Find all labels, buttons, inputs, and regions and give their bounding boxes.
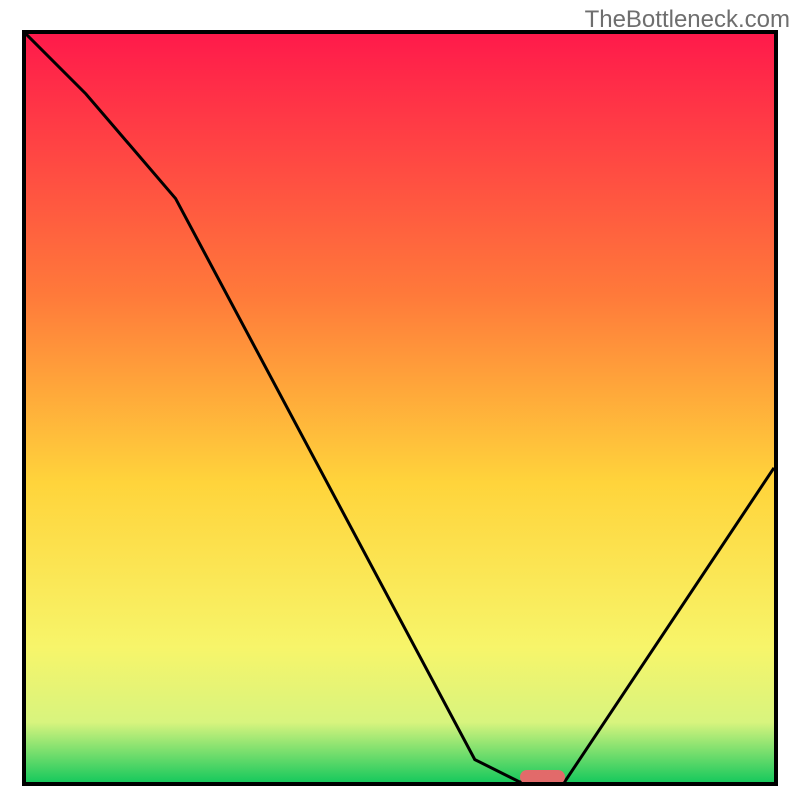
bottleneck-curve xyxy=(26,34,774,782)
plot-area xyxy=(22,30,778,786)
chart-container: TheBottleneck.com xyxy=(0,0,800,800)
optimal-marker xyxy=(520,770,565,784)
